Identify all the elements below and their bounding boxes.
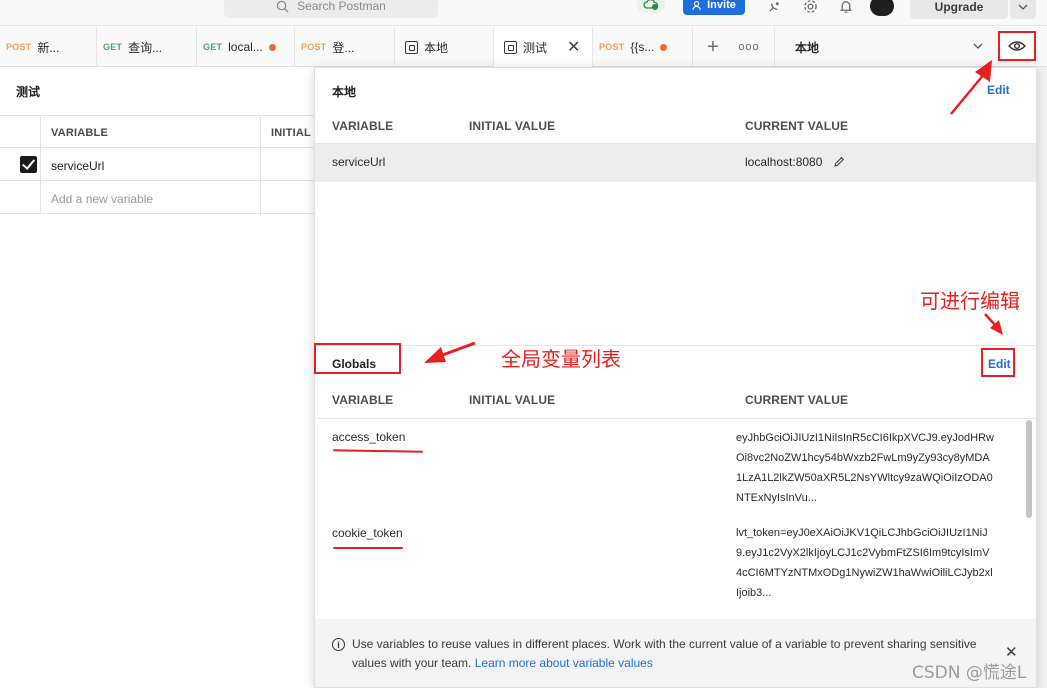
sync-status-icon[interactable]	[637, 0, 665, 14]
new-tab-plus-icon[interactable]: +	[702, 34, 724, 60]
right-sidebar-edge	[1037, 67, 1047, 688]
divider	[315, 345, 1036, 346]
search-placeholder: Search Postman	[297, 0, 386, 13]
request-tab[interactable]: POST 登...	[295, 27, 395, 67]
http-method-badge: POST	[6, 42, 32, 52]
tab-label: 查询...	[128, 40, 163, 55]
close-tab-icon[interactable]: ✕	[567, 37, 580, 57]
environment-icon	[504, 40, 517, 54]
divider	[315, 418, 1036, 419]
user-avatar[interactable]	[870, 0, 894, 16]
column-header-initial-value: INITIAL VALUE	[469, 393, 556, 407]
app-header: Search Postman Invite Upgrade	[0, 0, 1047, 26]
tab-label: 本地	[424, 40, 449, 55]
table-header-row: VARIABLE INITIAL	[0, 115, 314, 149]
add-user-icon	[692, 0, 701, 10]
scrollbar-thumb[interactable]	[1026, 420, 1032, 518]
upgrade-label: Upgrade	[934, 0, 984, 14]
invite-label: Invite	[707, 0, 736, 11]
http-method-badge: POST	[301, 42, 327, 52]
environment-quick-look-popover: 本地 Edit VARIABLE INITIAL VALUE CURRENT V…	[314, 67, 1037, 688]
environment-selector-label: 本地	[795, 40, 820, 55]
variable-enabled-checkbox[interactable]	[20, 156, 37, 173]
add-variable-row[interactable]: Add a new variable	[0, 181, 314, 215]
environment-variable-table: VARIABLE INITIAL serviceUrl Add a new va…	[0, 115, 314, 215]
unsaved-dot-icon	[660, 43, 668, 51]
tab-label: 新...	[37, 40, 60, 55]
annotation-box-edit	[981, 348, 1015, 377]
tab-label: 登...	[332, 40, 355, 55]
edit-environment-link[interactable]: Edit	[987, 83, 1010, 97]
variable-name-cookie-token: cookie_token	[332, 526, 403, 540]
settings-gear-icon[interactable]	[801, 0, 819, 15]
table-row[interactable]: serviceUrl	[0, 148, 314, 182]
environment-editor-title: 测试	[16, 85, 41, 99]
table-row[interactable]: serviceUrl localhost:8080	[315, 144, 1036, 182]
annotation-editable-note: 可进行编辑	[920, 289, 1020, 313]
environment-quick-look-button[interactable]	[998, 31, 1036, 61]
annotation-box-globals	[314, 343, 401, 374]
learn-more-link[interactable]: Learn more about variable values	[475, 656, 653, 670]
variable-name-cell[interactable]: serviceUrl	[40, 149, 260, 182]
http-method-badge: GET	[203, 42, 223, 52]
environment-section-title: 本地	[332, 85, 357, 99]
annotation-globals-note: 全局变量列表	[501, 347, 621, 371]
column-header-variable: VARIABLE	[332, 119, 394, 133]
current-value-cookie-token: lvt_token=eyJ0eXAiOiJKV1QiLCJhbGciOiJIUz…	[736, 527, 993, 599]
tab-label: local...	[228, 40, 263, 54]
initial-value-cell[interactable]	[260, 149, 320, 182]
tab-label: {{s...	[630, 40, 655, 54]
column-header-variable: VARIABLE	[332, 393, 394, 407]
current-value: localhost:8080	[745, 155, 823, 169]
request-tab[interactable]: POST {{s...	[593, 27, 693, 67]
notification-bell-icon[interactable]	[837, 0, 855, 15]
environment-icon	[405, 40, 418, 54]
info-banner-text: Use variables to reuse values in differe…	[352, 637, 977, 670]
column-header-current-value: CURRENT VALUE	[745, 393, 849, 407]
upgrade-menu-chevron-down-icon[interactable]	[1010, 0, 1036, 19]
http-method-badge: GET	[103, 42, 123, 52]
environment-tab[interactable]: 本地	[395, 27, 494, 67]
variable-name: serviceUrl	[332, 155, 386, 169]
unsaved-dot-icon	[268, 43, 276, 51]
environment-selector[interactable]: 本地	[774, 27, 994, 67]
column-header-initial-value: INITIAL VALUE	[469, 119, 556, 133]
environment-tab-active[interactable]: 测试 ✕	[494, 27, 593, 67]
http-method-badge: POST	[599, 42, 625, 52]
search-icon	[276, 0, 289, 13]
search-bar[interactable]: Search Postman	[224, 0, 438, 18]
request-tab[interactable]: POST 新...	[0, 27, 97, 67]
eye-icon	[1008, 41, 1026, 51]
request-tab[interactable]: GET local...	[197, 27, 295, 67]
info-icon: i	[332, 638, 345, 651]
watermark: CSDN @慌途L	[912, 663, 1027, 683]
more-tabs-ellipsis-icon[interactable]: ooo	[738, 34, 760, 60]
environment-chevron-down-icon[interactable]	[972, 40, 984, 52]
initial-value-cell[interactable]	[260, 182, 320, 215]
add-variable-input[interactable]: Add a new variable	[40, 182, 260, 215]
edit-pencil-icon[interactable]	[833, 156, 845, 168]
annotation-underline-cookie-token	[333, 547, 403, 549]
column-header-current-value: CURRENT VALUE	[745, 119, 849, 133]
column-header-variable: VARIABLE	[40, 116, 260, 149]
request-tab[interactable]: GET 查询...	[97, 27, 197, 67]
column-header-initial: INITIAL	[260, 116, 320, 149]
upgrade-button[interactable]: Upgrade	[910, 0, 1008, 19]
variable-name-access-token: access_token	[332, 430, 406, 444]
tab-label: 测试	[523, 40, 548, 55]
current-value-access-token: eyJhbGciOiJIUzI1NiIsInR5cCI6IkpXVCJ9.eyJ…	[736, 432, 994, 504]
invite-button[interactable]: Invite	[683, 0, 745, 15]
satellite-icon[interactable]	[765, 0, 783, 15]
